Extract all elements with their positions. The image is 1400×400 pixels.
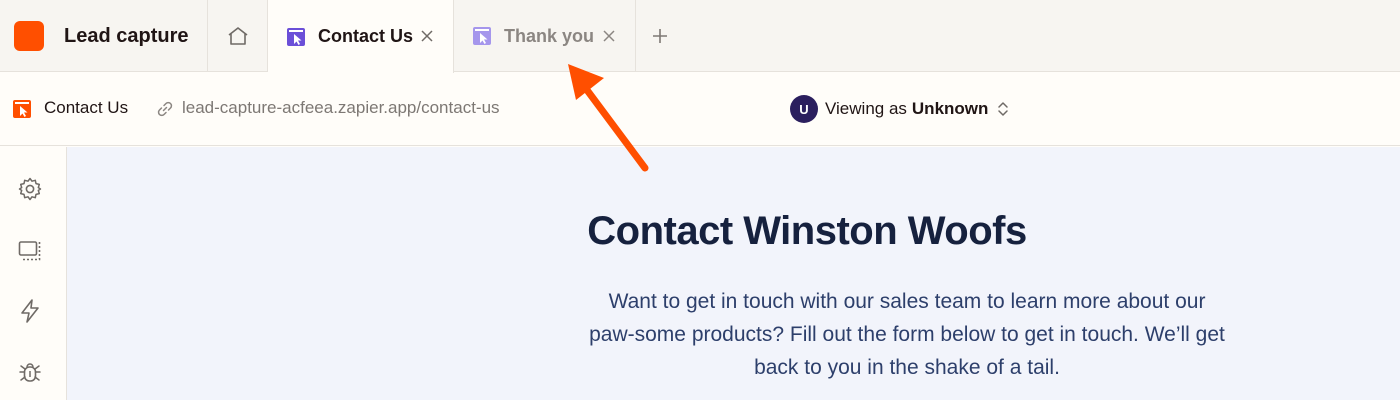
page-preview: Contact Winston Woofs Want to get in tou… bbox=[67, 147, 1400, 400]
close-icon[interactable] bbox=[417, 26, 437, 46]
sidebar-debug-button[interactable] bbox=[14, 356, 46, 388]
add-tab-button[interactable] bbox=[636, 0, 684, 72]
page-icon bbox=[286, 27, 306, 47]
chevron-up-down-icon bbox=[996, 99, 1010, 119]
layout-icon bbox=[18, 241, 41, 261]
sidebar bbox=[0, 147, 67, 400]
app-logo bbox=[14, 21, 44, 51]
gear-icon bbox=[18, 177, 42, 201]
tab-bar: Lead capture Contact Us Thank you bbox=[0, 0, 1400, 73]
sidebar-settings-button[interactable] bbox=[14, 173, 46, 205]
avatar: U bbox=[790, 95, 818, 123]
sidebar-layout-button[interactable] bbox=[14, 235, 46, 267]
lightning-icon bbox=[21, 299, 39, 323]
page-name: Contact Us bbox=[44, 98, 129, 117]
viewing-as-selector[interactable]: U Viewing as Unknown bbox=[790, 95, 1010, 123]
sidebar-automations-button[interactable] bbox=[14, 295, 46, 327]
app-brand: Lead capture bbox=[0, 0, 208, 72]
page-icon bbox=[472, 26, 492, 46]
link-icon bbox=[157, 101, 173, 117]
tab-thank-you[interactable]: Thank you bbox=[454, 0, 636, 72]
page-icon bbox=[13, 100, 31, 118]
tab-contact-us[interactable]: Contact Us bbox=[268, 0, 454, 73]
close-icon[interactable] bbox=[599, 26, 619, 46]
tab-label: Contact Us bbox=[318, 26, 414, 46]
home-icon bbox=[228, 27, 247, 45]
tab-label: Thank you bbox=[504, 25, 595, 46]
app-name: Lead capture bbox=[64, 24, 189, 47]
page-url-link[interactable]: lead-capture-acfeea.zapier.app/contact-u… bbox=[182, 98, 500, 118]
page-title: Contact Winston Woofs bbox=[587, 209, 1027, 253]
bug-icon bbox=[19, 363, 41, 382]
plus-icon bbox=[653, 29, 667, 43]
page-description: Want to get in touch with our sales team… bbox=[589, 290, 1225, 379]
viewing-as-label: Viewing as bbox=[825, 99, 907, 118]
viewing-as-user: Unknown bbox=[911, 99, 989, 118]
home-tab[interactable] bbox=[208, 0, 268, 72]
